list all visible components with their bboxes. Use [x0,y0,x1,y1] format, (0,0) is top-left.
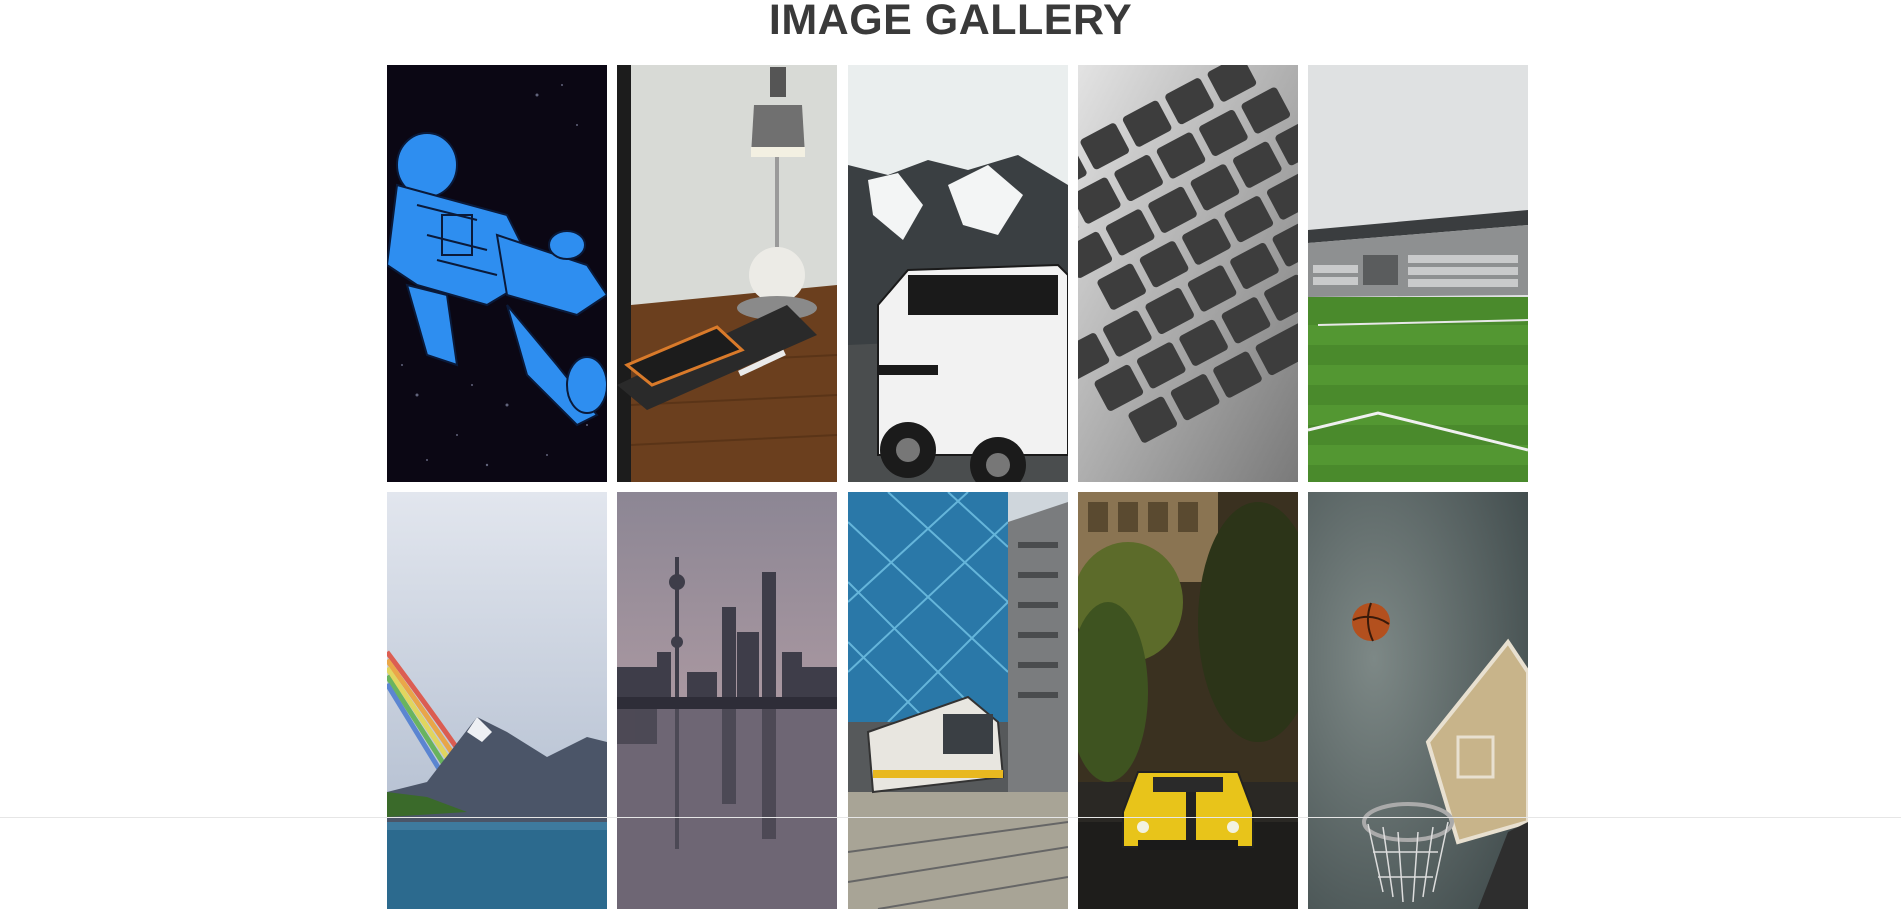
keyboard-photo [1077,65,1298,482]
gallery-image-jeep[interactable] [847,65,1068,482]
gallery-image-yellow-car[interactable] [1077,492,1298,909]
gallery-image-basketball[interactable] [1308,492,1528,909]
gallery-image-desk-lamp[interactable] [617,65,838,482]
rainbow-lake-photo [387,492,607,909]
page-title: IMAGE GALLERY [768,0,1133,44]
gallery-image-keyboard[interactable] [1077,65,1298,482]
gallery-image-tram[interactable] [847,492,1068,909]
city-skyline-photo [617,492,838,909]
tram-tower-photo [847,492,1068,909]
gallery-image-astronaut[interactable] [387,65,607,482]
stadium-photo [1308,65,1528,482]
basketball-hoop-photo [1308,492,1528,909]
jeep-mountains-photo [847,65,1068,482]
astronaut-illustration [387,65,607,482]
gallery-image-skyline[interactable] [617,492,838,909]
desk-lamp-photo [617,65,838,482]
gallery-image-rainbow[interactable] [387,492,607,909]
yellow-car-street-photo [1077,492,1298,909]
image-gallery [387,65,1528,909]
gallery-image-stadium[interactable] [1308,65,1528,482]
